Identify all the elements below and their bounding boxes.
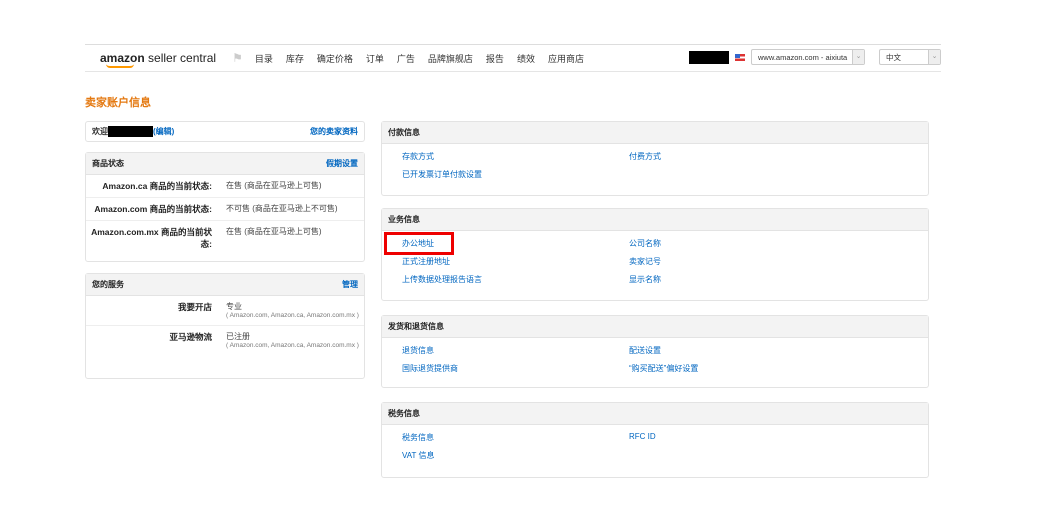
service-row: 亚马逊物流 已注册( Amazon.com, Amazon.ca, Amazon.… xyxy=(86,326,364,355)
top-nav: amazon seller central ⚑ 目录 库存 确定价格 订单 广告 品牌旗舰… xyxy=(85,44,941,72)
language-select[interactable]: 中文 ⌄ xyxy=(879,49,941,65)
section-header: 税务信息 xyxy=(382,403,928,425)
section-link[interactable]: 配送设置 xyxy=(629,345,928,356)
section-link[interactable]: 付费方式 xyxy=(629,151,928,162)
section-link[interactable]: 卖家记号 xyxy=(629,256,928,267)
status-row: Amazon.com.mx 商品的当前状态: 在售 (商品在亚马逊上可售) xyxy=(86,221,364,255)
section-0: 付款信息存款方式 付费方式 已开发票订单付款设置 xyxy=(381,121,929,196)
service-status: 已注册 xyxy=(226,332,250,341)
highlight-box xyxy=(384,232,454,255)
service-value: 已注册( Amazon.com, Amazon.ca, Amazon.com.m… xyxy=(226,331,364,350)
manage-link[interactable]: 管理 xyxy=(342,279,358,290)
section-link[interactable]: VAT 信息 xyxy=(402,450,629,461)
section-link[interactable]: 已开发票订单付款设置 xyxy=(402,169,629,180)
section-links: 税务信息 RFC ID VAT 信息 xyxy=(382,425,928,461)
section-title: 付款信息 xyxy=(388,128,420,137)
service-marketplaces: ( Amazon.com, Amazon.ca, Amazon.com.mx ) xyxy=(226,312,359,319)
amazon-seller-central-logo[interactable]: amazon seller central xyxy=(100,51,216,68)
main-menu: 目录 库存 确定价格 订单 广告 品牌旗舰店 报告 绩效 应用商店 xyxy=(255,52,584,65)
section-3: 税务信息 税务信息 RFC ID VAT 信息 xyxy=(381,402,929,478)
section-link[interactable]: 存款方式 xyxy=(402,151,629,162)
redacted-name xyxy=(108,126,153,137)
status-row: Amazon.com 商品的当前状态: 不可售 (商品在亚马逊上不可售) xyxy=(86,198,364,221)
menu-item[interactable]: 订单 xyxy=(366,52,384,65)
section-2: 发货和退货信息退货信息 配送设置 国际退货提供商 “购买配送”偏好设置 xyxy=(381,315,929,388)
page-title: 卖家账户信息 xyxy=(85,97,151,109)
status-value: 在售 (商品在亚马逊上可售) xyxy=(226,181,322,190)
seller-profile-link[interactable]: 您的卖家资料 xyxy=(310,126,358,137)
chevron-down-icon: ⌄ xyxy=(852,50,864,64)
status-value: 在售 (商品在亚马逊上可售) xyxy=(226,227,322,236)
section-title: 税务信息 xyxy=(388,409,420,418)
services-box: 您的服务 管理 我要开店 专业( Amazon.com, Amazon.ca, Am… xyxy=(85,273,365,379)
status-label: Amazon.com 商品的当前状态: xyxy=(94,204,212,214)
status-row: Amazon.ca 商品的当前状态: 在售 (商品在亚马逊上可售) xyxy=(86,175,364,198)
status-value: 不可售 (商品在亚马逊上不可售) xyxy=(226,204,338,213)
flag-icon[interactable]: ⚑ xyxy=(232,51,243,65)
section-links: 办公地址 公司名称 正式注册地址 卖家记号 上传数据处理报告语言 显示名称 xyxy=(382,231,928,285)
section-link[interactable]: 显示名称 xyxy=(629,274,928,285)
menu-item[interactable]: 目录 xyxy=(255,52,273,65)
service-label: 我要开店 xyxy=(177,302,212,312)
section-header: 付款信息 xyxy=(382,122,928,144)
menu-item[interactable]: 广告 xyxy=(397,52,415,65)
section-link[interactable]: 国际退货提供商 xyxy=(402,363,629,374)
menu-item[interactable]: 库存 xyxy=(286,52,304,65)
service-value: 专业( Amazon.com, Amazon.ca, Amazon.com.mx… xyxy=(226,301,364,320)
menu-item[interactable]: 确定价格 xyxy=(317,52,353,65)
section-links: 退货信息 配送设置 国际退货提供商 “购买配送”偏好设置 xyxy=(382,338,928,374)
section-link[interactable]: 上传数据处理报告语言 xyxy=(402,274,629,285)
section-link[interactable]: 公司名称 xyxy=(629,238,928,249)
status-label: Amazon.ca 商品的当前状态: xyxy=(102,181,212,191)
service-row: 我要开店 专业( Amazon.com, Amazon.ca, Amazon.co… xyxy=(86,296,364,326)
chevron-down-icon: ⌄ xyxy=(928,50,940,64)
welcome-box: 欢迎 (编辑) 您的卖家资料 xyxy=(85,121,365,142)
status-label: Amazon.com.mx 商品的当前状态: xyxy=(91,227,212,249)
section-header: 业务信息 xyxy=(382,209,928,231)
menu-item[interactable]: 应用商店 xyxy=(548,52,584,65)
service-marketplaces: ( Amazon.com, Amazon.ca, Amazon.com.mx ) xyxy=(226,342,359,349)
section-1: 业务信息办公地址 公司名称 正式注册地址 卖家记号 上传数据处理报告语言 显示名称 xyxy=(381,208,929,301)
section-link[interactable]: RFC ID xyxy=(629,432,928,443)
redacted-account-name xyxy=(689,50,729,64)
edit-link[interactable]: (编辑) xyxy=(153,126,174,137)
listing-status-box: 商品状态 假期设置 Amazon.ca 商品的当前状态: 在售 (商品在亚马逊上可售… xyxy=(85,152,365,262)
service-label: 亚马逊物流 xyxy=(169,332,212,342)
service-status: 专业 xyxy=(226,302,242,311)
vacation-settings-link[interactable]: 假期设置 xyxy=(326,158,358,169)
marketplace-select[interactable]: www.amazon.com - aixiuta ⌄ xyxy=(751,49,865,65)
section-links: 存款方式 付费方式 已开发票订单付款设置 xyxy=(382,144,928,180)
section-title: 业务信息 xyxy=(388,215,420,224)
menu-item[interactable]: 绩效 xyxy=(517,52,535,65)
menu-item[interactable]: 品牌旗舰店 xyxy=(428,52,473,65)
section-header: 发货和退货信息 xyxy=(382,316,928,338)
section-link[interactable]: 退货信息 xyxy=(402,345,629,356)
menu-item[interactable]: 报告 xyxy=(486,52,504,65)
section-link[interactable]: 税务信息 xyxy=(402,432,629,443)
section-link[interactable]: 正式注册地址 xyxy=(402,256,629,267)
section-title: 发货和退货信息 xyxy=(388,322,444,331)
section-link[interactable]: “购买配送”偏好设置 xyxy=(629,363,928,374)
us-flag-icon xyxy=(735,53,745,61)
